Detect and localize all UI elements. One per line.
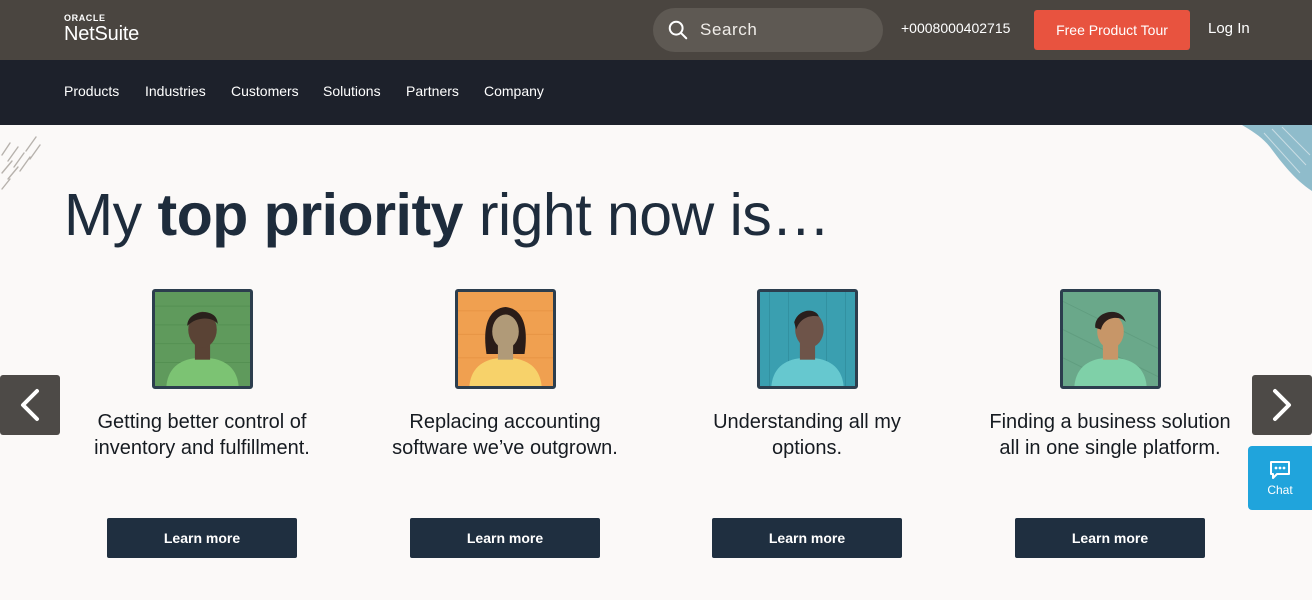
- learn-more-button[interactable]: Learn more: [410, 518, 600, 558]
- card-text-options: Understanding all my options.: [713, 411, 901, 459]
- hero-section: My top priority right now is… Getting be…: [0, 125, 1312, 600]
- learn-more-button[interactable]: Learn more: [1015, 518, 1205, 558]
- search-icon: [668, 20, 688, 40]
- priority-card-options: Understanding all my options. Learn more: [682, 289, 932, 558]
- person-avatar-1: [151, 289, 253, 389]
- chat-bubble-icon: [1270, 460, 1290, 479]
- carousel-next-button[interactable]: [1252, 375, 1312, 435]
- nav-partners[interactable]: Partners: [406, 83, 459, 99]
- search-placeholder: Search: [700, 20, 758, 39]
- nav-products[interactable]: Products: [64, 83, 119, 99]
- person-avatar-4: [1059, 289, 1161, 389]
- priority-card-platform: Finding a business solution all in one s…: [985, 289, 1235, 558]
- headline-part-1: My: [64, 182, 158, 248]
- logo-netsuite-text: NetSuite: [64, 23, 140, 45]
- search-box[interactable]: Search: [653, 8, 883, 52]
- logo-oracle-text: ORACLE: [64, 13, 106, 23]
- learn-more-button[interactable]: Learn more: [712, 518, 902, 558]
- headline-bold: top priority: [157, 182, 464, 248]
- nav-company[interactable]: Company: [484, 83, 544, 99]
- priority-card-inventory: Getting better control of inventory and …: [77, 289, 327, 558]
- person-avatar-2: [454, 289, 556, 389]
- hero-headline: My top priority right now is…: [64, 181, 830, 249]
- person-avatar-3: [756, 289, 858, 389]
- priority-card-accounting: Replacing accounting software we’ve outg…: [380, 289, 630, 558]
- login-link[interactable]: Log In: [1208, 20, 1250, 37]
- free-product-tour-button[interactable]: Free Product Tour: [1034, 10, 1190, 50]
- nav-industries[interactable]: Industries: [145, 83, 206, 99]
- chevron-left-icon: [21, 389, 39, 421]
- nav-solutions[interactable]: Solutions: [323, 83, 381, 99]
- decorative-shape-right: [1242, 125, 1312, 191]
- nav-customers[interactable]: Customers: [231, 83, 299, 99]
- main-nav: Products Industries Customers Solutions …: [0, 60, 1312, 125]
- card-text-accounting: Replacing accounting software we’ve outg…: [392, 411, 618, 459]
- carousel-prev-button[interactable]: [0, 375, 60, 435]
- phone-number[interactable]: +0008000402715: [901, 20, 1010, 36]
- top-bar: ORACLE NetSuite Search +0008000402715 Fr…: [0, 0, 1312, 60]
- chat-label: Chat: [1267, 482, 1293, 497]
- learn-more-button[interactable]: Learn more: [107, 518, 297, 558]
- card-text-platform: Finding a business solution all in one s…: [989, 411, 1231, 459]
- card-text-inventory: Getting better control of inventory and …: [94, 411, 310, 459]
- headline-part-2: right now is…: [462, 182, 830, 248]
- chevron-right-icon: [1273, 389, 1291, 421]
- decorative-lines-left: [1, 136, 41, 190]
- chat-button[interactable]: Chat: [1248, 446, 1312, 510]
- netsuite-logo[interactable]: ORACLE NetSuite: [64, 13, 139, 45]
